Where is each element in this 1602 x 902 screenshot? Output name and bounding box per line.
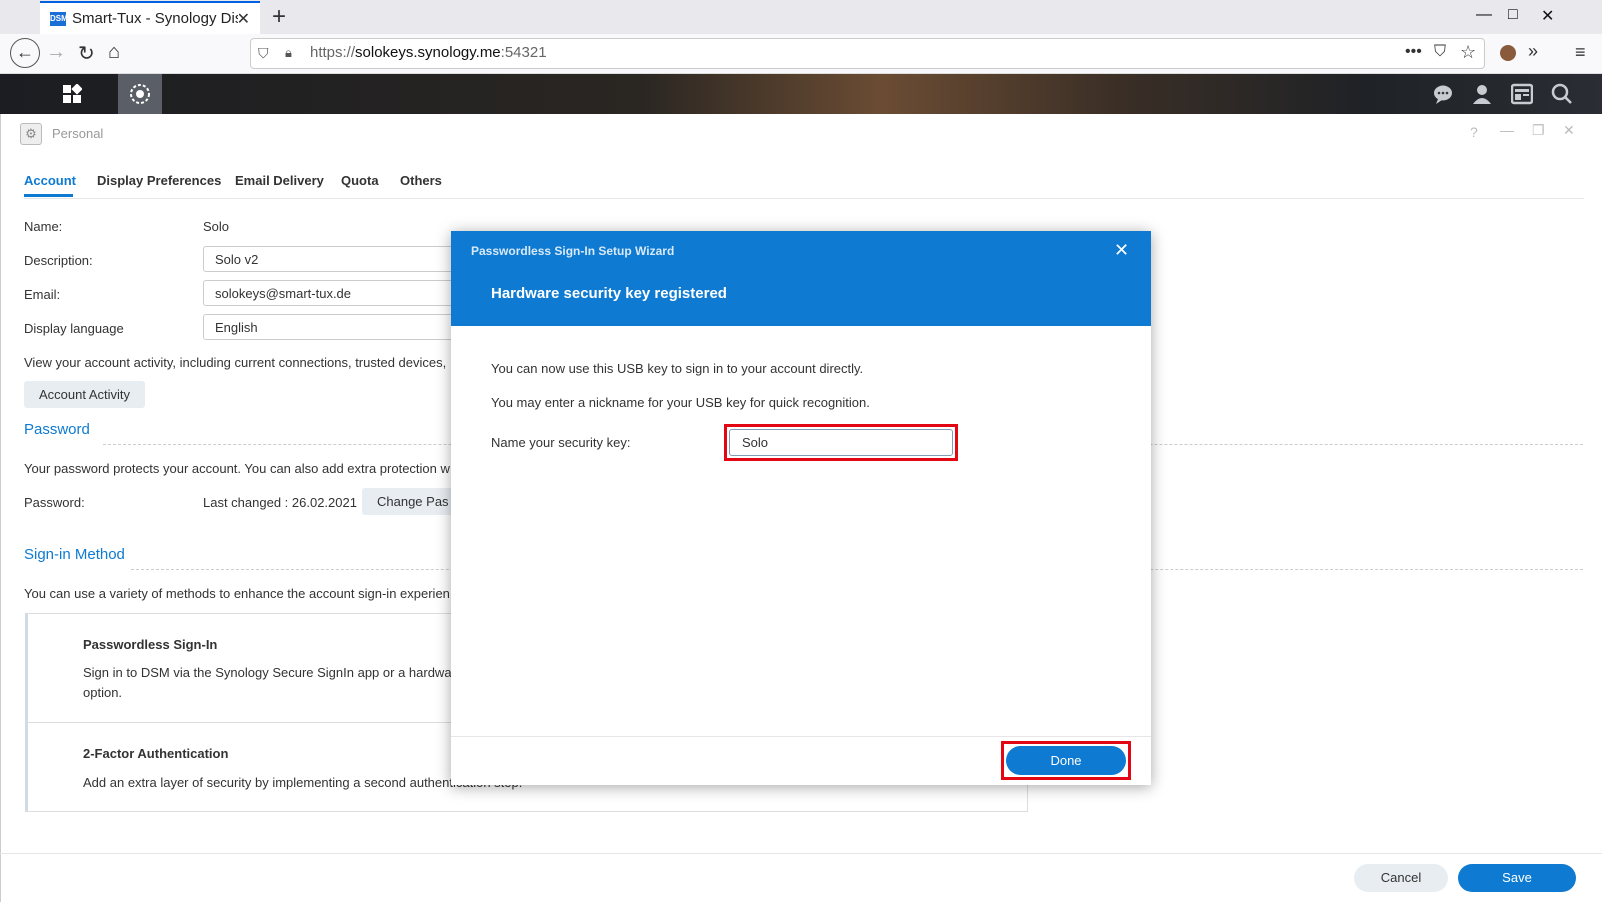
main-menu-icon[interactable] <box>52 74 92 114</box>
done-button[interactable]: Done <box>1006 746 1126 775</box>
overflow-chevrons-icon[interactable]: » <box>1528 41 1538 62</box>
dsm-favicon-icon: DSM <box>50 12 68 26</box>
personal-window-icon: ⚙ <box>20 123 42 145</box>
account-activity-text: View your account activity, including cu… <box>24 355 447 370</box>
description-field[interactable]: Solo v2 <box>203 246 473 272</box>
bookmark-star-icon[interactable]: ☆ <box>1460 42 1476 63</box>
tab-quota[interactable]: Quota <box>341 173 379 188</box>
passwordless-title: Passwordless Sign-In <box>83 637 218 652</box>
minimize-window-icon[interactable]: — <box>1476 6 1492 24</box>
password-last-changed: Last changed : 26.02.2021 <box>203 495 357 510</box>
password-description: Your password protects your account. You… <box>24 461 450 476</box>
shield-icon[interactable]: ⛉ <box>258 45 269 62</box>
restore-icon[interactable]: ❐ <box>1532 122 1545 139</box>
window-footer-divider <box>0 853 1602 854</box>
url-text[interactable]: https://solokeys.synology.me:54321 <box>310 44 547 61</box>
forward-icon[interactable]: → <box>46 41 66 64</box>
two-factor-title: 2-Factor Authentication <box>83 746 229 761</box>
reload-icon[interactable]: ↻ <box>78 41 95 66</box>
user-icon[interactable] <box>1462 74 1502 114</box>
cancel-button[interactable]: Cancel <box>1354 864 1448 892</box>
page-actions-icon[interactable]: ••• <box>1405 43 1422 61</box>
security-key-name-input[interactable] <box>729 429 953 456</box>
passwordless-text-2: option. <box>83 685 123 700</box>
password-heading: Password <box>24 421 90 438</box>
browser-tab[interactable]: DSM Smart-Tux - Synology DiskStation ✕ <box>40 1 260 35</box>
minimize-icon[interactable]: — <box>1500 122 1514 138</box>
new-tab-icon[interactable]: + <box>272 3 286 31</box>
close-tab-icon[interactable]: ✕ <box>237 9 250 29</box>
dialog-footer-divider <box>451 736 1151 737</box>
dialog-nickname-hint: You may enter a nickname for your USB ke… <box>491 395 870 410</box>
lock-icon[interactable]: 🔒︎ <box>285 45 292 61</box>
tab-account[interactable]: Account <box>24 173 76 188</box>
name-label: Name: <box>24 219 63 234</box>
menu-icon[interactable]: ≡ <box>1575 42 1586 63</box>
change-password-button[interactable]: Change Pas <box>362 488 464 515</box>
close-window-icon[interactable]: ✕ <box>1541 6 1554 26</box>
display-language-label: Display language <box>24 321 124 336</box>
account-activity-button[interactable]: Account Activity <box>24 381 146 408</box>
dialog-info-line: You can now use this USB key to sign in … <box>491 361 864 376</box>
description-label: Description: <box>24 253 93 268</box>
dialog-heading: Hardware security key registered <box>491 285 727 302</box>
dialog-close-icon[interactable]: ✕ <box>1114 240 1129 261</box>
maximize-window-icon[interactable]: □ <box>1508 6 1518 24</box>
passwordless-text: Sign in to DSM via the Synology Secure S… <box>83 665 452 680</box>
tab-others[interactable]: Others <box>400 173 442 188</box>
close-icon[interactable]: ✕ <box>1563 122 1575 139</box>
password-label: Password: <box>24 495 85 510</box>
email-field[interactable]: solokeys@smart-tux.de <box>203 280 473 306</box>
wizard-title: Passwordless Sign-In Setup Wizard <box>471 244 675 258</box>
signin-method-heading: Sign-in Method <box>24 546 125 563</box>
security-key-name-label: Name your security key: <box>491 435 631 450</box>
chat-icon[interactable] <box>1423 74 1463 114</box>
search-icon[interactable] <box>1542 74 1582 114</box>
widgets-icon[interactable] <box>1502 74 1542 114</box>
home-icon[interactable]: ⌂ <box>108 41 120 64</box>
save-button[interactable]: Save <box>1458 864 1576 892</box>
tab-divider <box>24 198 1584 199</box>
dsm-taskbar <box>0 74 1602 114</box>
active-tab-indicator <box>24 194 73 197</box>
back-icon[interactable]: ← <box>10 38 40 68</box>
pocket-icon[interactable]: ⛉ <box>1434 43 1446 61</box>
display-language-select[interactable]: English <box>203 314 473 340</box>
signin-description: You can use a variety of methods to enha… <box>24 586 450 601</box>
window-title: Personal <box>52 126 104 141</box>
tab-email-delivery[interactable]: Email Delivery <box>235 173 324 188</box>
help-icon[interactable]: ? <box>1470 124 1478 140</box>
profile-avatar-icon[interactable] <box>1500 45 1516 61</box>
tab-display-preferences[interactable]: Display Preferences <box>97 173 221 188</box>
personal-app-icon[interactable] <box>118 74 162 114</box>
email-label: Email: <box>24 287 61 302</box>
name-value: Solo <box>203 219 230 234</box>
browser-tab-title: Smart-Tux - Synology DiskStation <box>72 10 238 27</box>
